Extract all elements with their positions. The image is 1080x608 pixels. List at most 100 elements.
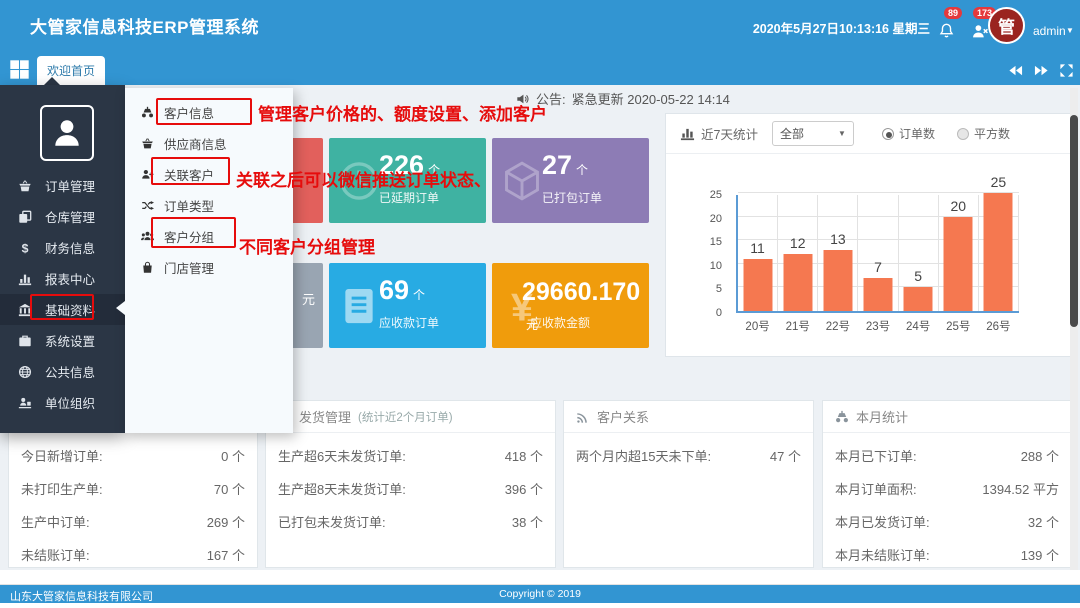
y-axis-tick: 10	[694, 259, 722, 273]
stat-row: 已打包未发货订单:38 个	[278, 505, 543, 538]
notification-badge: 89	[944, 7, 962, 19]
bar	[984, 193, 1013, 311]
chart-column: 524号	[899, 195, 939, 311]
stat-value: 288 个	[1021, 446, 1059, 465]
bell-icon[interactable]	[938, 22, 955, 39]
stat-value: 418 个	[505, 446, 543, 465]
submenu-item-label: 订单类型	[164, 196, 214, 215]
card-label: 已延期订单	[379, 189, 439, 206]
stat-card-receivable-amount[interactable]: ¥29660.170元应收款金额	[492, 263, 649, 348]
stat-label: 两个月内超15天未下单:	[576, 446, 711, 465]
app-title: 大管家信息科技ERP管理系统	[30, 13, 259, 38]
bar	[904, 287, 933, 311]
sidebar-item[interactable]: 仓库管理	[0, 201, 125, 232]
panel-subtitle: (统计近2个月订单)	[358, 409, 453, 425]
radio-order-count[interactable]: 订单数	[882, 125, 935, 142]
basket-icon	[18, 179, 32, 193]
chart-column: 1221号	[778, 195, 818, 311]
x-axis-tick: 22号	[818, 318, 857, 334]
sidebar-item[interactable]: 单位组织	[0, 387, 125, 418]
chevron-down-icon[interactable]: ▼	[1066, 26, 1074, 35]
submenu-item-label: 门店管理	[164, 258, 214, 277]
card-value: 27个	[542, 150, 588, 181]
chart-title: 近7天统计	[701, 124, 758, 143]
bar-value-label: 12	[778, 235, 817, 251]
x-axis-tick: 25号	[939, 318, 978, 334]
card-unit: 元	[302, 289, 315, 308]
fullscreen-icon[interactable]	[1059, 63, 1074, 78]
chart-column: 2526号	[979, 195, 1019, 311]
copy-icon	[18, 210, 32, 224]
annotation-box-link-customer	[151, 157, 230, 185]
bar	[783, 254, 812, 311]
avatar[interactable]: 管	[988, 7, 1025, 44]
sidebar-item-label: 财务信息	[45, 238, 95, 257]
radio-square-count[interactable]: 平方数	[957, 125, 1010, 142]
chart-column: 2025号	[939, 195, 979, 311]
chart-column: 723号	[858, 195, 898, 311]
stat-label: 今日新增订单:	[21, 446, 103, 465]
sidebar-item-label: 报表中心	[45, 269, 95, 288]
stat-card-receivable-orders[interactable]: 69个应收款订单	[329, 263, 486, 348]
bar	[743, 259, 772, 311]
card-value: 69个	[379, 275, 425, 306]
sidebar-item[interactable]: $ 财务信息	[0, 232, 125, 263]
chart-icon	[18, 272, 32, 286]
username[interactable]: admin	[1033, 24, 1066, 38]
scrollbar-thumb[interactable]	[1070, 115, 1078, 327]
chart-panel: 近7天统计 全部 ▼ 订单数 平方数 0510152025 1120号1221号…	[665, 113, 1076, 357]
submenu-item[interactable]: 供应商信息	[125, 128, 293, 159]
basket-icon	[141, 137, 154, 150]
stat-card-packed-orders[interactable]: 27个已打包订单	[492, 138, 649, 223]
radio-dot	[882, 128, 894, 140]
stat-label: 生产超8天未发货订单:	[278, 479, 406, 498]
sidebar-avatar[interactable]	[40, 105, 94, 161]
submenu-panel: 客户信息供应商信息关联客户订单类型客户分组门店管理	[125, 88, 293, 433]
sidebar-item-label: 仓库管理	[45, 207, 95, 226]
shuffle-icon	[141, 199, 154, 212]
footer-spacer	[0, 570, 1080, 585]
handshake-icon	[141, 106, 154, 119]
card-label: 已打包订单	[542, 189, 602, 206]
bar-chart-icon	[680, 126, 695, 141]
bar-value-label: 13	[818, 231, 857, 247]
user-x-icon[interactable]	[972, 23, 989, 40]
sidebar-item[interactable]: 公共信息	[0, 356, 125, 387]
x-axis-tick: 26号	[979, 318, 1018, 334]
chart-filter-select[interactable]: 全部 ▼	[772, 121, 854, 146]
y-axis-tick: 20	[694, 212, 722, 226]
card-unit: 个	[576, 163, 588, 177]
sidebar-item[interactable]: 系统设置	[0, 325, 125, 356]
sidebar-item[interactable]: 订单管理	[0, 170, 125, 201]
stat-value: 1394.52 平方	[982, 479, 1059, 498]
chart-metric-radios: 订单数 平方数	[882, 125, 1010, 142]
y-axis-tick: 0	[694, 306, 722, 320]
annotation-box-customer-info	[156, 98, 252, 125]
windows-menu-icon[interactable]	[9, 59, 30, 80]
stat-row: 本月未结账订单:139 个	[835, 538, 1059, 571]
bar-value-label: 7	[858, 259, 897, 275]
x-axis-tick: 23号	[858, 318, 897, 334]
stat-label: 生产中订单:	[21, 512, 90, 531]
svg-text:$: $	[22, 241, 29, 255]
x-axis-tick: 21号	[778, 318, 817, 334]
tabs-scroll-right-icon[interactable]	[1034, 63, 1049, 78]
panel-month-stats: 本月统计本月已下订单:288 个本月订单面积:1394.52 平方本月已发货订单…	[822, 400, 1072, 568]
bar	[944, 217, 973, 311]
handshake-icon	[835, 410, 849, 424]
panel-header: 客户关系	[564, 401, 813, 433]
stat-label: 未打印生产单:	[21, 479, 103, 498]
sidebar-item[interactable]: 报表中心	[0, 263, 125, 294]
tabs-scroll-left-icon[interactable]	[1008, 63, 1023, 78]
cube-icon	[501, 160, 543, 202]
datetime: 2020年5月27日10:13:16 星期三	[753, 18, 930, 37]
stat-row: 今日新增订单:0 个	[21, 439, 245, 472]
annotation-box-basic-data	[30, 294, 94, 320]
globe-icon	[18, 365, 32, 379]
annotation-note-2: 关联之后可以微信推送订单状态、	[236, 166, 491, 191]
stat-label: 已打包未发货订单:	[278, 512, 386, 531]
y-axis-tick: 25	[694, 188, 722, 202]
y-axis-tick: 5	[694, 282, 722, 296]
card-unit: 个	[413, 288, 425, 302]
sidebar-item-label: 订单管理	[45, 176, 95, 195]
